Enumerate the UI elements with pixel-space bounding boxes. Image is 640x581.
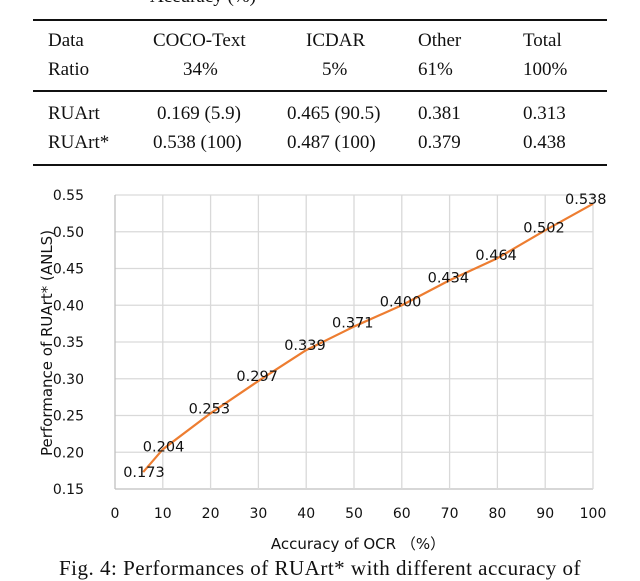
data-labels: 0.173 0.204 0.253 0.297 0.339 0.371 0.400 0.434… [123, 192, 606, 481]
table-ratio-cell: Ratio [48, 59, 89, 81]
x-tick-label: 60 [393, 506, 411, 522]
table-ratio-cell: 100% [523, 59, 567, 81]
table-header-cell: COCO-Text [153, 30, 246, 52]
data-label: 0.173 [123, 465, 165, 481]
y-axis-label: Performance of RUArt* (ANLS) [38, 230, 56, 456]
y-tick-label: 0.20 [53, 445, 84, 461]
data-label: 0.502 [523, 220, 565, 236]
data-label: 0.339 [284, 338, 326, 354]
table-cell: 0.487 (100) [287, 132, 376, 154]
y-tick-label: 0.45 [53, 262, 84, 278]
table-cell: 0.169 (5.9) [157, 103, 241, 125]
table-cell: 0.465 (90.5) [287, 103, 380, 125]
x-tick-label: 0 [111, 506, 120, 522]
table-cell: 0.313 [523, 103, 566, 125]
table-top-rule [33, 19, 607, 21]
table-cell: 0.379 [418, 132, 461, 154]
y-tick-label: 0.25 [53, 409, 84, 425]
table-cell: 0.538 (100) [153, 132, 242, 154]
data-label: 0.297 [236, 369, 278, 385]
table-row-label: RUArt [48, 103, 100, 125]
data-label: 0.253 [189, 401, 231, 417]
y-tick-label: 0.40 [53, 298, 84, 314]
table-row-label: RUArt* [48, 132, 109, 154]
table-cell: 0.438 [523, 132, 566, 154]
y-tick-label: 0.35 [53, 335, 84, 351]
x-tick-label: 90 [536, 506, 554, 522]
x-tick-label: 30 [249, 506, 267, 522]
x-tick-label: 10 [154, 506, 172, 522]
x-tick-label: 40 [297, 506, 315, 522]
table-bottom-rule [33, 164, 607, 166]
table-mid-rule [33, 90, 607, 92]
data-label: 0.371 [332, 316, 374, 332]
data-label: 0.434 [428, 270, 470, 286]
x-tick-label: 70 [441, 506, 459, 522]
table-ratio-cell: 61% [418, 59, 453, 81]
y-tick-label: 0.55 [53, 188, 84, 204]
table-ratio-cell: 34% [183, 59, 218, 81]
table-header-cell: Other [418, 30, 461, 52]
y-tick-label: 0.15 [53, 482, 84, 498]
data-label: 0.464 [475, 248, 517, 264]
x-tick-labels: 0 10 20 30 40 50 60 70 80 90 100 [111, 506, 607, 522]
x-tick-label: 20 [202, 506, 220, 522]
grid-lines [115, 195, 593, 489]
y-tick-label: 0.50 [53, 225, 84, 241]
data-label: 0.400 [380, 294, 422, 310]
table-header-cell: Total [523, 30, 562, 52]
y-tick-label: 0.30 [53, 372, 84, 388]
table-header-cell: Data [48, 30, 84, 52]
ocr-accuracy-line-chart: 0.15 0.20 0.25 0.30 0.35 0.40 0.45 0.50 0.55 0 10… [0, 180, 640, 555]
x-tick-label: 100 [580, 506, 607, 522]
y-tick-labels: 0.15 0.20 0.25 0.30 0.35 0.40 0.45 0.50 0.55 [53, 188, 84, 498]
data-label: 0.538 [565, 192, 607, 208]
x-tick-label: 80 [488, 506, 506, 522]
table-header-cell: ICDAR [306, 30, 365, 52]
cut-off-text-line: Accuracy (%) [150, 0, 256, 8]
table-cell: 0.381 [418, 103, 461, 125]
data-label: 0.204 [143, 439, 185, 455]
x-tick-label: 50 [345, 506, 363, 522]
table-ratio-cell: 5% [322, 59, 347, 81]
x-axis-label: Accuracy of OCR （%） [271, 535, 445, 553]
figure-caption: Fig. 4: Performances of RUArt* with diff… [0, 556, 640, 581]
